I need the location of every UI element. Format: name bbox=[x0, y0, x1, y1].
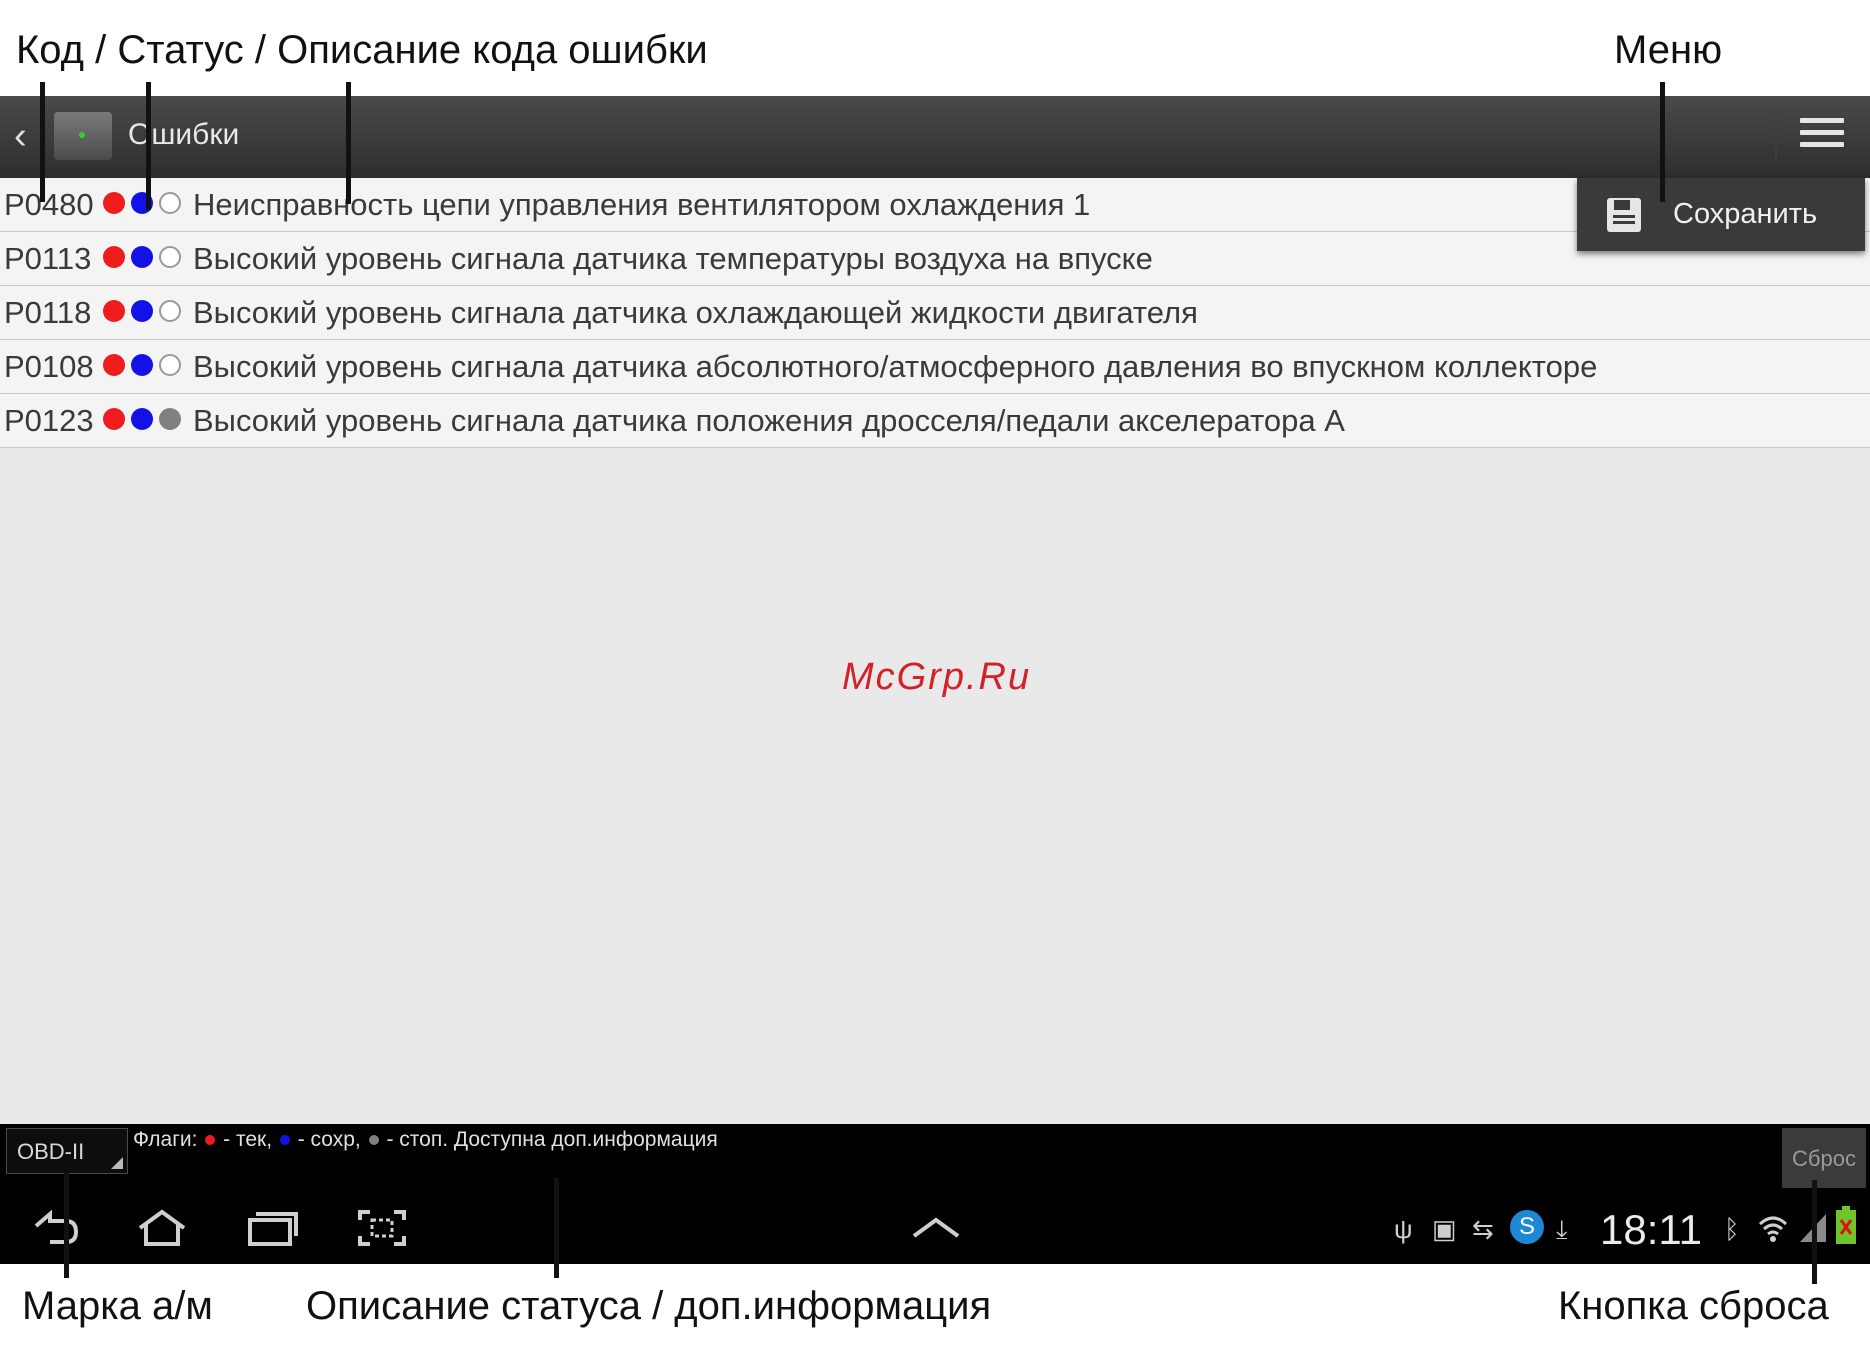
save-menu-item[interactable]: Сохранить bbox=[1577, 178, 1865, 251]
annotation-car-make: Марка а/м bbox=[22, 1284, 213, 1328]
obd-adapter-icon[interactable] bbox=[54, 112, 112, 160]
annotation-status-description: Описание статуса / доп.информация bbox=[306, 1284, 992, 1328]
error-description: Высокий уровень сигнала датчика положени… bbox=[193, 403, 1345, 438]
car-make-value: OBD-II bbox=[17, 1139, 85, 1164]
flag-stored-label: - сохр, bbox=[297, 1128, 361, 1151]
current-flag-icon bbox=[103, 354, 125, 376]
stored-flag-icon bbox=[131, 300, 153, 322]
back-icon[interactable] bbox=[30, 1208, 82, 1248]
clock: 18:11 bbox=[1600, 1206, 1702, 1253]
error-code: P0480 bbox=[4, 187, 94, 222]
error-description: Высокий уровень сигнала датчика охлаждаю… bbox=[193, 295, 1198, 330]
floppy-disk-icon bbox=[1607, 198, 1641, 232]
car-make-select[interactable]: OBD-II bbox=[6, 1128, 128, 1174]
reset-label: Сброс bbox=[1792, 1146, 1856, 1171]
error-row[interactable]: P0118 Высокий уровень сигнала датчика охл… bbox=[0, 286, 1870, 340]
watermark: McGrp.Ru bbox=[842, 656, 1032, 698]
menu-divider bbox=[1775, 112, 1777, 162]
page-title: Ошибки bbox=[128, 118, 240, 151]
recent-apps-icon[interactable] bbox=[246, 1208, 298, 1248]
save-menu-label: Сохранить bbox=[1673, 198, 1818, 230]
error-row[interactable]: P0108 Высокий уровень сигнала датчика абс… bbox=[0, 340, 1870, 394]
error-code: P0123 bbox=[4, 403, 94, 438]
download-icon: ⤓ bbox=[1556, 1214, 1568, 1244]
current-flag-icon bbox=[205, 1135, 216, 1146]
error-code: P0118 bbox=[4, 295, 92, 330]
stored-flag-icon bbox=[279, 1135, 290, 1146]
stop-flag-icon bbox=[368, 1135, 379, 1146]
error-row[interactable]: P0123 Высокий уровень сигнала датчика пол… bbox=[0, 394, 1870, 448]
overflow-menu-icon[interactable] bbox=[1800, 118, 1844, 158]
skype-icon: S bbox=[1510, 1210, 1544, 1244]
stored-flag-icon bbox=[131, 246, 153, 268]
stop-flag-icon bbox=[159, 192, 181, 214]
error-code: P0113 bbox=[4, 241, 92, 276]
flag-stop-label: - стоп. bbox=[386, 1128, 449, 1151]
app-screen: ‹ Ошибки P0480 Неисправность цепи управле… bbox=[0, 96, 1870, 1264]
error-description: Высокий уровень сигнала датчика абсолютн… bbox=[193, 349, 1598, 384]
annotation-tick-make bbox=[64, 1172, 69, 1278]
stored-flag-icon bbox=[131, 354, 153, 376]
flags-prefix: Флаги: bbox=[133, 1128, 198, 1151]
stop-flag-icon bbox=[159, 246, 181, 268]
screenshot-icon[interactable] bbox=[356, 1208, 408, 1248]
stop-flag-icon bbox=[159, 354, 181, 376]
annotation-tick-status bbox=[146, 82, 151, 210]
annotation-tick-status-desc bbox=[554, 1178, 559, 1278]
current-flag-icon bbox=[103, 408, 125, 430]
stop-flag-icon bbox=[159, 408, 181, 430]
annotation-menu: Меню bbox=[1614, 28, 1723, 72]
annotation-tick-code bbox=[40, 82, 45, 202]
error-code: P0108 bbox=[4, 349, 94, 384]
sync-icon: ⇆ bbox=[1472, 1214, 1494, 1244]
flags-legend: Флаги: - тек, - сохр, - стоп. Доступна д… bbox=[133, 1128, 718, 1152]
extra-info-label: Доступна доп.информация bbox=[453, 1128, 718, 1151]
stop-flag-icon bbox=[159, 300, 181, 322]
annotation-code-status-description: Код / Статус / Описание кода ошибки bbox=[16, 28, 708, 72]
annotation-reset-button: Кнопка сброса bbox=[1558, 1284, 1829, 1328]
action-bar: ‹ Ошибки bbox=[0, 96, 1870, 178]
annotation-tick-description bbox=[346, 82, 351, 204]
error-description: Неисправность цепи управления вентилятор… bbox=[193, 187, 1091, 222]
reset-button[interactable]: Сброс bbox=[1782, 1128, 1866, 1188]
home-icon[interactable] bbox=[136, 1208, 188, 1248]
annotation-tick-menu bbox=[1660, 82, 1665, 202]
wifi-icon bbox=[1758, 1216, 1788, 1242]
bluetooth-icon: ᛒ bbox=[1724, 1214, 1740, 1244]
current-flag-icon bbox=[103, 300, 125, 322]
usb-icon: ψ bbox=[1394, 1214, 1413, 1244]
error-description: Высокий уровень сигнала датчика температ… bbox=[193, 241, 1153, 276]
bottom-status-panel: OBD-II Флаги: - тек, - сохр, - стоп. Дос… bbox=[0, 1124, 1870, 1194]
flag-current-label: - тек, bbox=[223, 1128, 273, 1151]
dropdown-corner-icon bbox=[111, 1157, 123, 1169]
system-nav-bar: ψ ▣ ⇆ S ⤓ 18:11 ᛒ bbox=[0, 1194, 1870, 1264]
up-chevron-icon[interactable] bbox=[910, 1208, 962, 1248]
annotation-tick-reset bbox=[1812, 1180, 1817, 1284]
battery-icon bbox=[1836, 1206, 1856, 1244]
stored-flag-icon bbox=[131, 408, 153, 430]
chevron-left-icon[interactable]: ‹ bbox=[14, 116, 38, 156]
current-flag-icon bbox=[103, 192, 125, 214]
current-flag-icon bbox=[103, 246, 125, 268]
sd-card-icon: ▣ bbox=[1432, 1214, 1457, 1244]
